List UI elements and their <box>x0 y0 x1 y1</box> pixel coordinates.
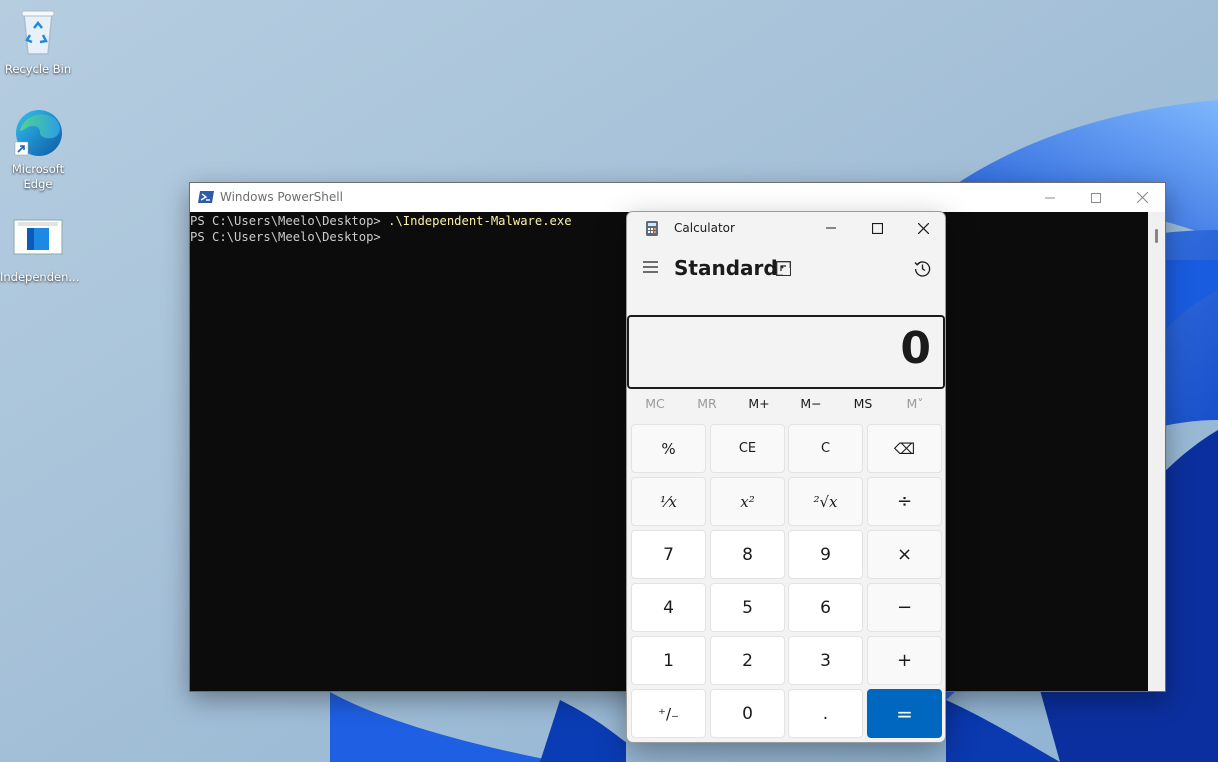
desktop-icon-recycle-bin[interactable]: Recycle Bin <box>0 8 76 77</box>
maximize-button[interactable] <box>1073 183 1119 212</box>
square-button[interactable]: x² <box>710 477 785 526</box>
memory-list-button[interactable]: M˅ <box>889 396 941 416</box>
digit-3-button[interactable]: 3 <box>788 636 863 685</box>
window-title: Calculator <box>674 221 735 235</box>
calculator-window[interactable]: Calculator Standard 0 MC MR M+ M− MS M˅ … <box>626 211 946 743</box>
desktop-icon-label: Microsoft Edge <box>11 162 65 191</box>
calculator-mode-title: Standard <box>674 256 778 280</box>
digit-5-button[interactable]: 5 <box>710 583 785 632</box>
application-icon <box>12 216 64 268</box>
memory-recall-button[interactable]: MR <box>681 396 733 416</box>
minimize-button[interactable] <box>808 212 854 244</box>
minimize-icon <box>826 227 836 229</box>
powershell-titlebar[interactable]: Windows PowerShell <box>190 183 1165 212</box>
desktop-icon-label: Recycle Bin <box>4 62 72 76</box>
desktop-icon-label: Independen... <box>0 270 80 284</box>
result-display: 0 <box>627 315 945 389</box>
keep-on-top-icon <box>775 260 791 276</box>
clear-entry-button[interactable]: CE <box>710 424 785 473</box>
digit-1-button[interactable]: 1 <box>631 636 706 685</box>
digit-2-button[interactable]: 2 <box>710 636 785 685</box>
memory-clear-button[interactable]: MC <box>629 396 681 416</box>
maximize-button[interactable] <box>854 212 900 244</box>
history-icon <box>914 260 930 277</box>
vertical-scrollbar[interactable] <box>1148 212 1165 691</box>
memory-store-button[interactable]: MS <box>837 396 889 416</box>
decimal-button[interactable]: . <box>788 689 863 738</box>
history-button[interactable] <box>909 255 935 281</box>
console-prompt: PS C:\Users\Meelo\Desktop> <box>190 214 389 228</box>
maximize-icon <box>871 222 883 234</box>
square-root-button[interactable]: ²√x <box>788 477 863 526</box>
close-button[interactable] <box>1119 183 1165 212</box>
maximize-icon <box>1091 192 1101 203</box>
clear-button[interactable]: C <box>788 424 863 473</box>
scrollbar-thumb[interactable] <box>1155 229 1158 243</box>
digit-0-button[interactable]: 0 <box>710 689 785 738</box>
add-button[interactable]: + <box>867 636 942 685</box>
backspace-button[interactable]: ⌫ <box>867 424 942 473</box>
close-icon <box>917 222 929 234</box>
percent-button[interactable]: % <box>631 424 706 473</box>
calculator-titlebar[interactable]: Calculator <box>627 212 945 244</box>
digit-8-button[interactable]: 8 <box>710 530 785 579</box>
display-value: 0 <box>900 323 931 374</box>
equals-button[interactable]: = <box>867 689 942 738</box>
desktop-icon-independent-malware[interactable]: Independen... <box>0 216 80 285</box>
digit-9-button[interactable]: 9 <box>788 530 863 579</box>
calculator-app-icon <box>646 221 658 241</box>
reciprocal-button[interactable]: ⅟x <box>631 477 706 526</box>
memory-add-button[interactable]: M+ <box>733 396 785 416</box>
digit-6-button[interactable]: 6 <box>788 583 863 632</box>
negate-button[interactable]: ⁺/₋ <box>631 689 706 738</box>
close-icon <box>1136 192 1148 203</box>
desktop-icon-microsoft-edge[interactable]: Microsoft Edge <box>0 108 76 192</box>
digit-4-button[interactable]: 4 <box>631 583 706 632</box>
minimize-button[interactable] <box>1027 183 1073 212</box>
minimize-icon <box>1045 197 1055 198</box>
multiply-button[interactable]: × <box>867 530 942 579</box>
microsoft-edge-icon <box>12 108 64 160</box>
keep-on-top-button[interactable] <box>771 256 795 280</box>
navigation-menu-button[interactable] <box>637 254 663 280</box>
powershell-icon <box>198 190 214 209</box>
digit-7-button[interactable]: 7 <box>631 530 706 579</box>
subtract-button[interactable]: − <box>867 583 942 632</box>
window-title: Windows PowerShell <box>220 190 343 204</box>
divide-button[interactable]: ÷ <box>867 477 942 526</box>
hamburger-menu-icon <box>642 261 658 273</box>
close-button[interactable] <box>900 212 945 244</box>
memory-subtract-button[interactable]: M− <box>785 396 837 416</box>
recycle-bin-icon <box>12 8 64 60</box>
console-command: .\Independent-Malware.exe <box>388 214 572 228</box>
